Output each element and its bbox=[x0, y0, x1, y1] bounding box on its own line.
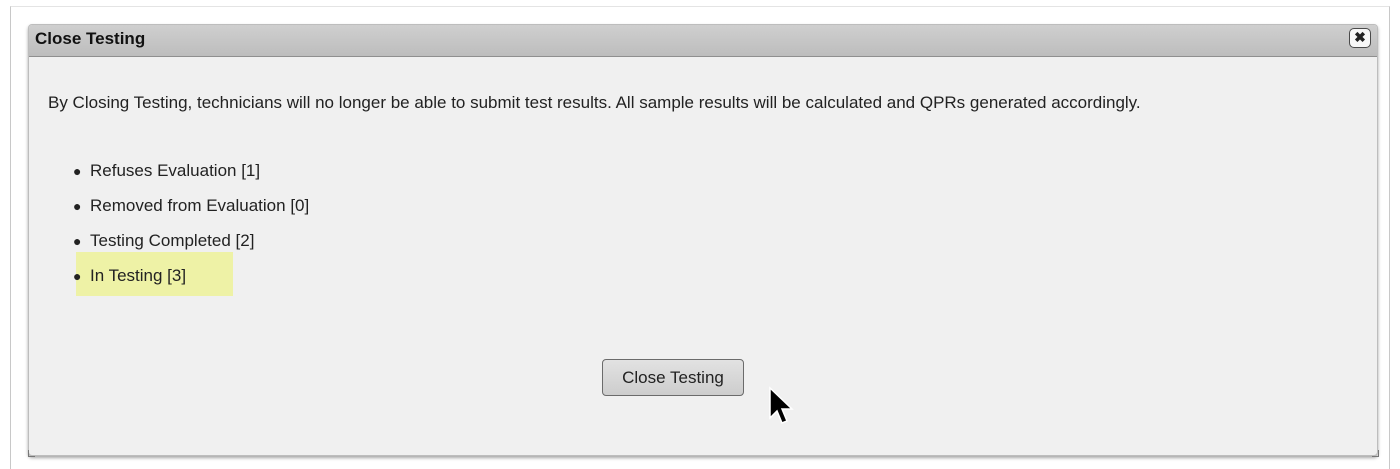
dialog-title: Close Testing bbox=[35, 29, 146, 48]
bullet-icon: ● bbox=[73, 198, 82, 214]
status-list: ● Refuses Evaluation [1] ● Removed from … bbox=[58, 160, 309, 300]
status-item-label: Testing Completed [2] bbox=[90, 231, 255, 250]
status-item-label: Removed from Evaluation [0] bbox=[90, 196, 310, 215]
list-item: ● In Testing [3] bbox=[58, 265, 309, 300]
bullet-icon: ● bbox=[73, 268, 82, 284]
close-icon[interactable]: ✖ bbox=[1349, 28, 1371, 48]
close-testing-button[interactable]: Close Testing bbox=[602, 359, 744, 396]
mouse-pointer-icon bbox=[769, 386, 794, 424]
status-item-label: Refuses Evaluation [1] bbox=[90, 161, 261, 180]
bullet-icon: ● bbox=[73, 233, 82, 249]
list-item: ● Refuses Evaluation [1] bbox=[58, 160, 309, 195]
list-item: ● Testing Completed [2] bbox=[58, 230, 309, 265]
list-item: ● Removed from Evaluation [0] bbox=[58, 195, 309, 230]
bullet-icon: ● bbox=[73, 163, 82, 179]
dialog-message: By Closing Testing, technicians will no … bbox=[48, 93, 1141, 112]
dialog-titlebar: Close Testing ✖ bbox=[29, 25, 1377, 57]
resize-grip[interactable] bbox=[1372, 450, 1379, 457]
status-item-label: In Testing [3] bbox=[90, 266, 187, 285]
resize-grip bbox=[28, 450, 35, 457]
